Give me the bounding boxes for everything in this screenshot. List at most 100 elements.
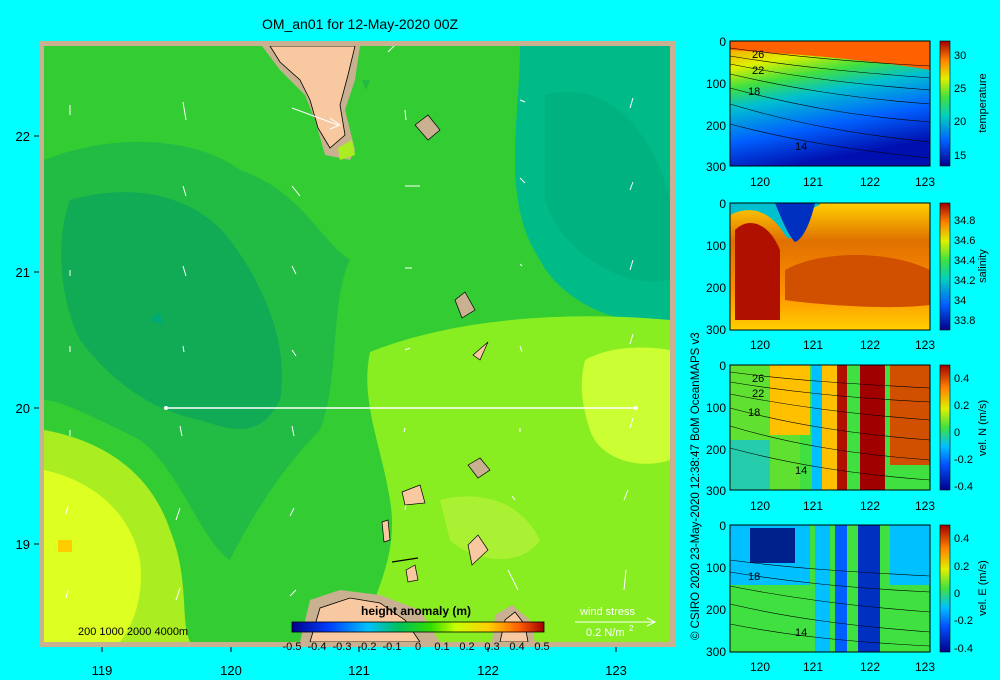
ytick: 200: [706, 603, 726, 617]
contour-label: 26: [752, 373, 764, 385]
xtick: 123: [915, 499, 935, 513]
wind-stress-unit: 0.2 N/m: [586, 627, 625, 639]
contour-label: 18: [748, 86, 760, 98]
colorbar-tick: -0.1: [383, 641, 402, 653]
map-xtick: 122: [477, 663, 499, 678]
cbar-tick: 0.2: [954, 400, 969, 412]
ytick: 300: [706, 160, 726, 174]
contour-label: 14: [795, 141, 807, 153]
colorbar-tick: -0.5: [283, 641, 302, 653]
contour-label: 18: [748, 571, 760, 583]
ytick: 300: [706, 323, 726, 337]
ytick: 0: [719, 197, 726, 211]
cbar-tick: 34.6: [954, 235, 975, 247]
xtick: 122: [860, 175, 880, 189]
cbar-tick: -0.2: [954, 615, 973, 627]
ytick: 100: [706, 239, 726, 253]
map-ytick: 19: [16, 537, 30, 552]
contour-label: 18: [748, 407, 760, 419]
cbar-tick: -0.4: [954, 481, 973, 493]
ytick: 0: [719, 519, 726, 533]
xtick: 123: [915, 338, 935, 352]
salinity-section: 0 100 200 300 120 121 122 123 34.8 34.6 …: [706, 197, 989, 352]
cbar-tick: 34: [954, 295, 966, 307]
cbar-tick: -0.4: [954, 643, 973, 655]
ytick: 200: [706, 443, 726, 457]
cbar-tick: 25: [954, 83, 966, 95]
cbar-tick: 34.4: [954, 255, 975, 267]
contour-label: 14: [795, 627, 807, 639]
map-xtick: 119: [92, 663, 113, 678]
section-panels: 26 22 18 14 0 100 200 300 120 121 122 12…: [706, 35, 989, 674]
colorbar-tick: -0.2: [358, 641, 377, 653]
colorbar-tick: 0.4: [509, 641, 524, 653]
colorbar-title: height anomaly (m): [361, 604, 471, 618]
xtick: 122: [860, 338, 880, 352]
ytick: 0: [719, 35, 726, 49]
xtick: 120: [750, 175, 770, 189]
xtick: 121: [803, 338, 823, 352]
contour-label: 22: [752, 388, 764, 400]
colorbar-tick: 0.2: [459, 641, 474, 653]
cbar-tick: 0.4: [954, 533, 969, 545]
map-ytick: 22: [16, 129, 30, 144]
cbar-tick: 30: [954, 50, 966, 62]
cbar-tick: 0.4: [954, 373, 969, 385]
map-field: [44, 46, 670, 642]
height-anomaly-map: 119 120 121 122 123 22 21 20 19 200 1000…: [16, 41, 675, 678]
colorbar-tick: 0: [415, 641, 421, 653]
cbar-tick: 33.8: [954, 315, 975, 327]
ytick: 100: [706, 77, 726, 91]
xtick: 121: [803, 499, 823, 513]
xtick: 120: [750, 660, 770, 674]
cbar-tick: -0.2: [954, 454, 973, 466]
colorbar-tick: 0.3: [484, 641, 499, 653]
cbar-label: temperature: [977, 73, 989, 132]
wind-stress-unit-sup: 2: [629, 624, 634, 633]
colorbar: [291, 621, 545, 633]
cbar-tick: 0: [954, 588, 960, 600]
map-xtick: 120: [220, 663, 242, 678]
cbar-label: salinity: [977, 249, 989, 283]
map-xtick: 123: [605, 663, 627, 678]
wind-stress-label: wind stress: [579, 606, 636, 618]
temperature-section: 26 22 18 14 0 100 200 300 120 121 122 12…: [706, 35, 989, 189]
ytick: 200: [706, 281, 726, 295]
xtick: 123: [915, 660, 935, 674]
cbar-tick: 15: [954, 150, 966, 162]
cbar-tick: 0: [954, 427, 960, 439]
colorbar-tick: -0.3: [333, 641, 352, 653]
xtick: 122: [860, 499, 880, 513]
contour-label: 14: [795, 465, 807, 477]
cbar-tick: 34.2: [954, 275, 975, 287]
xtick: 122: [860, 660, 880, 674]
ytick: 100: [706, 401, 726, 415]
depth-legend: 200 1000 2000 4000m: [78, 626, 188, 638]
ytick: 300: [706, 484, 726, 498]
map-xtick: 121: [348, 663, 370, 678]
vel-e-section: 18 14 0 100 200 300 120 121 122 123 0.4 …: [706, 519, 989, 674]
cbar-tick: 20: [954, 116, 966, 128]
map-ytick: 21: [16, 265, 30, 280]
colorbar-tick: 0.5: [534, 641, 549, 653]
cbar-tick: 34.8: [954, 215, 975, 227]
ytick: 100: [706, 561, 726, 575]
xtick: 121: [803, 175, 823, 189]
cbar-label: vel. N (m/s): [977, 400, 989, 456]
ytick: 300: [706, 645, 726, 659]
contour-label: 26: [752, 49, 764, 61]
xtick: 120: [750, 499, 770, 513]
colorbar-tick: 0.1: [434, 641, 449, 653]
cbar-tick: 0.2: [954, 561, 969, 573]
ytick: 0: [719, 359, 726, 373]
xtick: 121: [803, 660, 823, 674]
vel-n-section: 26 22 18 14 0 100 200 300 120 121 122 12…: [706, 359, 989, 513]
cbar-label: vel. E (m/s): [977, 560, 989, 616]
copyright-text: © CSIRO 2020 23-May-2020 12:38:47 BoM Oc…: [690, 332, 702, 640]
xtick: 120: [750, 338, 770, 352]
colorbar-tick: -0.4: [308, 641, 327, 653]
ytick: 200: [706, 119, 726, 133]
xtick: 123: [915, 175, 935, 189]
contour-label: 22: [752, 65, 764, 77]
map-ytick: 20: [16, 401, 30, 416]
